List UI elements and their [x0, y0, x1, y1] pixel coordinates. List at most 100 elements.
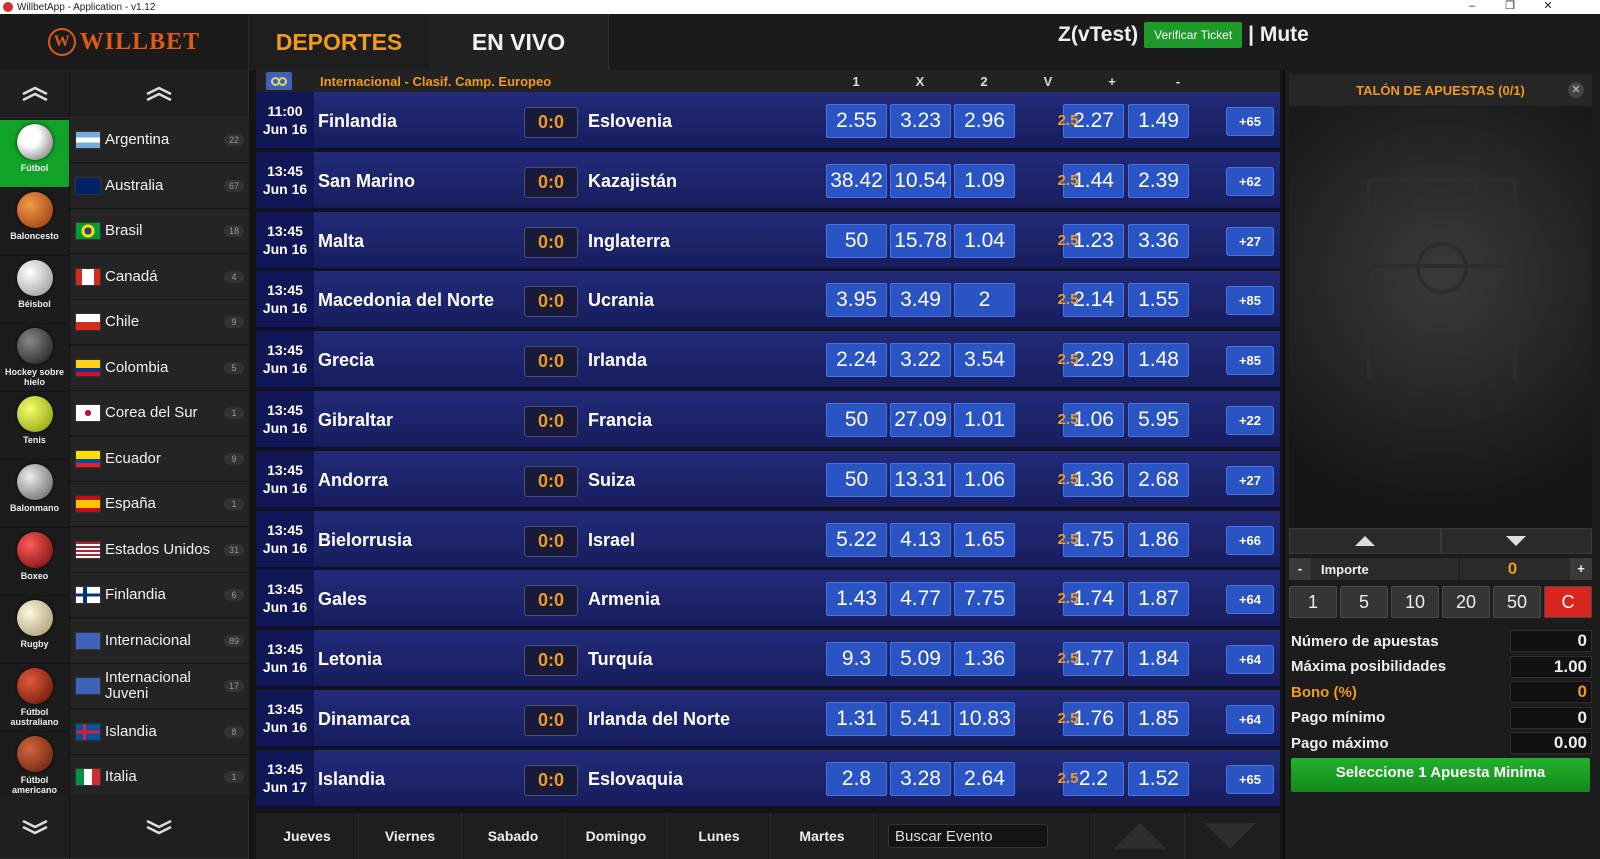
odd-under-button[interactable]: 1.48 [1128, 343, 1189, 378]
stake-decrease-button[interactable]: - [1289, 558, 1311, 580]
odd-under-button[interactable]: 1.49 [1128, 104, 1189, 138]
countries-scroll-up-button[interactable] [70, 70, 248, 118]
home-team[interactable]: Islandia [318, 769, 385, 790]
odd-under-button[interactable]: 1.87 [1128, 582, 1189, 617]
home-team[interactable]: San Marino [318, 171, 415, 192]
close-window-icon[interactable]: ✕ [1531, 0, 1565, 14]
close-icon[interactable]: ✕ [1568, 82, 1584, 98]
more-markets-button[interactable]: +65 [1226, 764, 1274, 794]
odd-o1-button[interactable]: 2.24 [826, 343, 887, 378]
odd-o2-button[interactable]: 1.04 [954, 223, 1015, 258]
odd-o2-button[interactable]: 3.54 [954, 343, 1015, 378]
slip-scroll-down-button[interactable] [1440, 528, 1592, 554]
slip-scroll-up-button[interactable] [1289, 528, 1441, 554]
odd-o1-button[interactable]: 50 [826, 403, 887, 437]
day-filter-button[interactable]: Lunes [668, 813, 771, 859]
country-item[interactable]: Islandia 8 [70, 709, 249, 755]
away-team[interactable]: Irlanda del Norte [588, 709, 730, 730]
page-up-button[interactable] [1094, 813, 1184, 859]
home-team[interactable]: Grecia [318, 350, 374, 371]
odd-o1-button[interactable]: 2.55 [826, 104, 887, 138]
odd-o2-button[interactable]: 1.09 [954, 163, 1015, 198]
odd-o1-button[interactable]: 2.8 [826, 761, 887, 796]
away-team[interactable]: Inglaterra [588, 231, 670, 252]
sport-item[interactable]: Hockey sobre hielo [0, 324, 69, 392]
more-markets-button[interactable]: +62 [1226, 166, 1274, 196]
stake-chip-button[interactable]: 5 [1340, 586, 1388, 618]
day-filter-button[interactable]: Jueves [256, 813, 359, 859]
country-item[interactable]: Italia 1 [70, 755, 249, 800]
clear-stake-button[interactable]: C [1544, 586, 1592, 618]
more-markets-button[interactable]: +64 [1226, 705, 1274, 734]
country-item[interactable]: España 1 [70, 482, 249, 527]
logo-area[interactable]: W WILLBET [0, 14, 249, 70]
minimize-icon[interactable]: – [1455, 0, 1489, 14]
odd-o2-button[interactable]: 1.36 [954, 642, 1015, 677]
tab-en-vivo[interactable]: EN VIVO [429, 14, 609, 70]
odd-o2-button[interactable]: 2.64 [954, 761, 1015, 796]
odd-under-button[interactable]: 2.68 [1128, 462, 1189, 497]
home-team[interactable]: Letonia [318, 649, 382, 670]
sport-item[interactable]: Béisbol [0, 256, 69, 324]
odd-o2-button[interactable]: 1.65 [954, 522, 1015, 557]
more-markets-button[interactable]: +66 [1226, 525, 1274, 555]
odd-o1-button[interactable]: 50 [826, 462, 887, 497]
odd-ox-button[interactable]: 27.09 [890, 403, 951, 437]
sports-scroll-up-button[interactable] [0, 70, 69, 118]
odd-under-button[interactable]: 1.55 [1128, 283, 1189, 318]
odd-o1-button[interactable]: 9.3 [826, 642, 887, 677]
country-item[interactable]: Canadá 4 [70, 254, 249, 300]
home-team[interactable]: Macedonia del Norte [318, 290, 494, 311]
away-team[interactable]: Suiza [588, 470, 635, 491]
sport-item[interactable]: Rugby [0, 596, 69, 664]
verify-ticket-button[interactable]: Verificar Ticket [1144, 22, 1243, 48]
mute-button[interactable]: | Mute [1248, 23, 1309, 47]
odd-ox-button[interactable]: 5.09 [890, 642, 951, 677]
country-item[interactable]: Finlandia 6 [70, 573, 249, 618]
more-markets-button[interactable]: +22 [1226, 406, 1274, 435]
stake-chip-button[interactable]: 10 [1391, 586, 1439, 618]
odd-under-button[interactable]: 1.84 [1128, 642, 1189, 677]
country-item[interactable]: Colombia 5 [70, 345, 249, 391]
stake-increase-button[interactable]: + [1570, 558, 1592, 580]
odd-under-button[interactable]: 5.95 [1128, 403, 1189, 437]
sport-item[interactable]: Baloncesto [0, 188, 69, 256]
away-team[interactable]: Francia [588, 410, 652, 431]
sports-scroll-down-button[interactable] [0, 795, 69, 859]
odd-o1-button[interactable]: 50 [826, 223, 887, 258]
odd-under-button[interactable]: 2.39 [1128, 163, 1189, 198]
country-item[interactable]: Corea del Sur 1 [70, 391, 249, 436]
countries-scroll-down-button[interactable] [70, 795, 248, 859]
odd-ox-button[interactable]: 3.28 [890, 761, 951, 796]
country-item[interactable]: Argentina 22 [70, 118, 249, 163]
tab-deportes[interactable]: DEPORTES [249, 14, 429, 70]
home-team[interactable]: Dinamarca [318, 709, 410, 730]
odd-ox-button[interactable]: 3.22 [890, 343, 951, 378]
country-item[interactable]: Internacional Juveni 17 [70, 664, 249, 709]
maximize-icon[interactable]: ❐ [1493, 0, 1527, 14]
day-filter-button[interactable]: Domingo [565, 813, 668, 859]
odd-under-button[interactable]: 3.36 [1128, 223, 1189, 258]
odd-ox-button[interactable]: 15.78 [890, 223, 951, 258]
odd-ox-button[interactable]: 3.23 [890, 104, 951, 138]
odd-ox-button[interactable]: 5.41 [890, 702, 951, 736]
away-team[interactable]: Irlanda [588, 350, 647, 371]
sport-item[interactable]: Fútbol [0, 120, 69, 188]
more-markets-button[interactable]: +27 [1226, 465, 1274, 495]
odd-o2-button[interactable]: 2.96 [954, 104, 1015, 138]
day-filter-button[interactable]: Sabado [462, 813, 565, 859]
country-item[interactable]: Australia 67 [70, 163, 249, 209]
away-team[interactable]: Israel [588, 530, 635, 551]
odd-ox-button[interactable]: 13.31 [890, 462, 951, 497]
away-team[interactable]: Ucrania [588, 290, 654, 311]
odd-o1-button[interactable]: 3.95 [826, 283, 887, 318]
odd-o2-button[interactable]: 1.06 [954, 462, 1015, 497]
stake-chip-button[interactable]: 50 [1493, 586, 1541, 618]
home-team[interactable]: Gales [318, 589, 367, 610]
home-team[interactable]: Malta [318, 231, 364, 252]
home-team[interactable]: Gibraltar [318, 410, 393, 431]
sport-item[interactable]: Tenis [0, 392, 69, 460]
sport-item[interactable]: Fútbol australiano [0, 664, 69, 732]
country-item[interactable]: Chile 9 [70, 300, 249, 345]
more-markets-button[interactable]: +85 [1226, 346, 1274, 376]
